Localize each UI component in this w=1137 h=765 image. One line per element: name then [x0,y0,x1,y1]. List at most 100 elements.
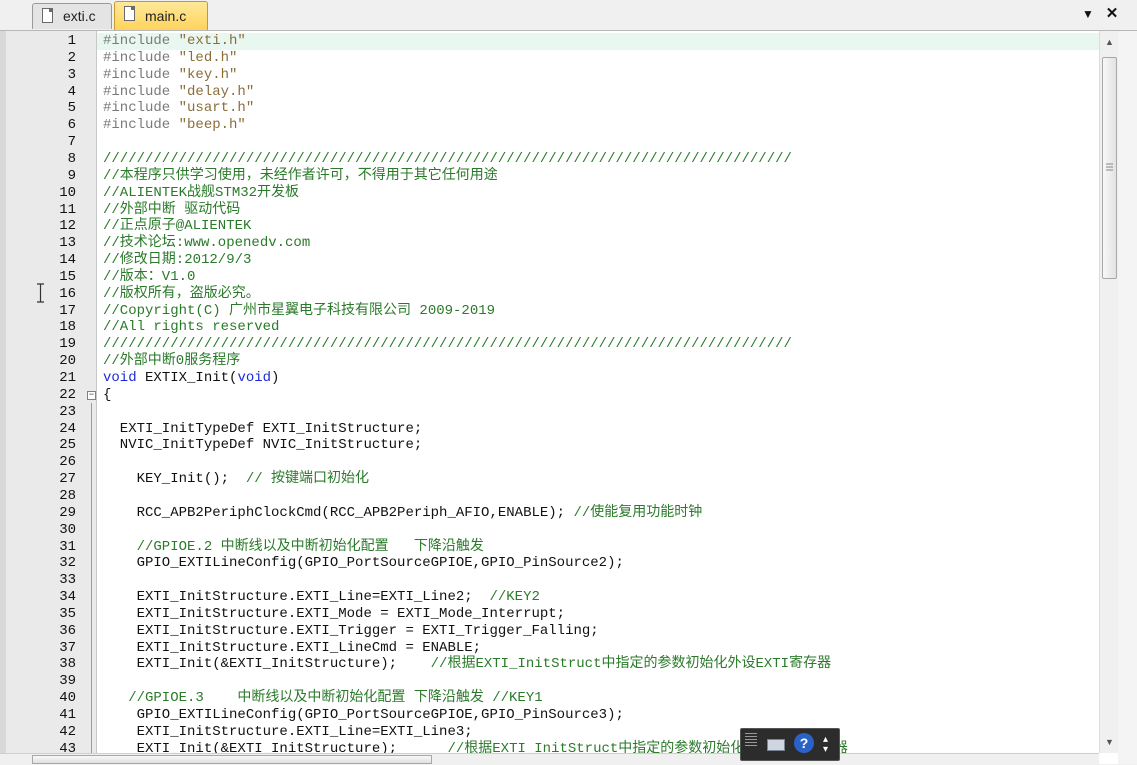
line-number: 27 [59,471,76,488]
code-token: "exti.h" [178,33,246,49]
line-number: 34 [59,589,76,606]
line-number: 36 [59,622,76,639]
code-token: EXTI_InitStructure.EXTI_Trigger = EXTI_T… [103,622,599,639]
line-number: 31 [59,538,76,555]
line-number: 24 [59,420,76,437]
vertical-scrollbar[interactable]: ▲ ▼ [1099,31,1119,753]
close-tab-icon[interactable]: ✕ [1101,3,1123,25]
code-token: GPIO_EXTILineConfig(GPIO_PortSourceGPIOE… [103,707,624,723]
line-number: 38 [59,656,76,673]
line-number: 13 [59,235,76,252]
code-token: "led.h" [178,49,238,66]
line-number: 5 [67,100,76,117]
line-number: 11 [59,201,76,218]
code-token: //All rights reserved [103,319,280,336]
code-text: NVIC_InitTypeDef NVIC_InitStructure; [103,437,422,454]
code-text: EXTI_Init(&EXTI_InitStructure); //根据EXTI… [103,656,832,673]
line-number: 3 [67,66,76,83]
code-token: EXTI_InitStructure.EXTI_LineCmd = ENABLE… [103,639,482,656]
tab-label: main.c [145,8,187,24]
line-number: 22 [59,386,76,403]
code-text: GPIO_EXTILineConfig(GPIO_PortSourceGPIOE… [103,555,624,572]
line-number: 29 [59,504,76,521]
line-number: 37 [59,639,76,656]
code-token: //版本：V1.0 [103,268,196,285]
line-number: 10 [59,184,76,201]
fold-guide-line [91,403,92,753]
current-line-highlight [97,33,1099,50]
line-number: 28 [59,487,76,504]
code-token: EXTI_InitStructure.EXTI_Mode = EXTI_Mode… [103,605,566,622]
code-token: "delay.h" [178,83,255,100]
code-text: RCC_APB2PeriphClockCmd(RCC_APB2Periph_AF… [103,504,703,522]
line-number: 4 [67,83,76,100]
line-number: 17 [59,302,76,319]
file-icon [42,8,53,23]
line-number: 18 [59,319,76,336]
line-number: 35 [59,605,76,622]
line-number: 9 [67,167,76,184]
code-token: #include [103,49,179,66]
input-method-toolbar[interactable]: ? ▴ ▾ [740,728,840,761]
line-number: 26 [59,454,76,471]
code-token: //外部中断 驱动代码 [103,201,241,218]
keyboard-icon[interactable] [767,739,785,751]
code-text: void EXTIX_Init(void) [103,370,279,387]
line-number: 2 [67,49,76,66]
code-text: EXTI_InitStructure.EXTI_Line=EXTI_Line3; [103,724,473,741]
grip-icon [1106,163,1113,171]
code-token: //使能复用功能时钟 [573,504,703,521]
code-token: // 按键端口初始化 [245,471,370,488]
code-text: GPIO_EXTILineConfig(GPIO_PortSourceGPIOE… [103,707,624,724]
scroll-up-arrow-icon[interactable]: ▲ [1100,37,1119,47]
code-text: #include "led.h" [103,50,237,67]
code-token: EXTI_Init(&EXTI_InitStructure); [103,656,431,673]
code-text: //All rights reserved [103,319,279,336]
code-text: //修改日期:2012/9/3 [103,252,251,269]
line-number: 19 [59,336,76,353]
code-token: RCC_APB2PeriphClockCmd(RCC_APB2Periph_AF… [103,504,574,521]
code-token: //技术论坛:www.openedv.com [103,235,311,252]
code-text: #include "usart.h" [103,100,254,117]
code-token: //Copyright(C) 广州市星翼电子科技有限公司 2009-2019 [103,302,496,319]
help-icon[interactable]: ? [794,733,814,753]
code-token: GPIO_EXTILineConfig(GPIO_PortSourceGPIOE… [103,555,624,572]
code-token: EXTIX_Init( [136,370,238,386]
code-token: //正点原子@ALIENTEK [103,218,252,235]
code-token: #include [103,33,179,49]
code-text: { [103,387,111,404]
scroll-down-arrow-icon[interactable]: ▼ [1100,737,1119,747]
line-number: 42 [59,723,76,740]
code-token: //根据EXTI_InitStruct中指定的参数初始化外设EXTI寄存器 [430,656,832,673]
code-token: //GPIOE.2 中断线以及中断初始化配置 下降沿触发 [103,538,484,555]
line-number: 25 [59,437,76,454]
code-text: //GPIOE.2 中断线以及中断初始化配置 下降沿触发 [103,539,484,556]
tab-exti-c[interactable]: exti.c [32,3,112,29]
code-text: ////////////////////////////////////////… [103,151,792,168]
code-text: //GPIOE.3 中断线以及中断初始化配置 下降沿触发 //KEY1 [103,690,542,707]
tab-main-c[interactable]: main.c [114,1,208,30]
fold-toggle-icon[interactable]: − [87,390,96,400]
horizontal-scrollbar[interactable] [0,753,1099,765]
code-text: EXTI_InitStructure.EXTI_Trigger = EXTI_T… [103,623,599,640]
code-token: ) [271,370,280,386]
line-number: 32 [59,555,76,572]
vertical-scroll-thumb[interactable] [1102,57,1117,279]
text-cursor-icon [37,283,44,303]
code-token: ////////////////////////////////////////… [103,150,792,167]
tab-list-dropdown-icon[interactable]: ▼ [1077,3,1099,25]
code-token: #include [103,117,179,134]
code-token: #include [103,66,179,83]
code-text: #include "beep.h" [103,117,246,134]
window-right-frame [1118,31,1137,764]
code-token: EXTI_InitStructure.EXTI_Line=EXTI_Line2; [103,589,490,606]
code-text: //外部中断0服务程序 [103,353,240,370]
drag-grip-icon[interactable] [745,733,757,747]
code-text: //Copyright(C) 广州市星翼电子科技有限公司 2009-2019 [103,303,495,320]
code-token: EXTI_InitStructure.EXTI_Line=EXTI_Line3; [103,723,473,740]
code-text: EXTI_InitStructure.EXTI_LineCmd = ENABLE… [103,640,481,657]
options-dropdown-icon[interactable]: ▴ ▾ [823,735,828,755]
horizontal-scroll-thumb[interactable] [32,755,432,764]
line-number: 33 [59,572,76,589]
line-number: 40 [59,690,76,707]
